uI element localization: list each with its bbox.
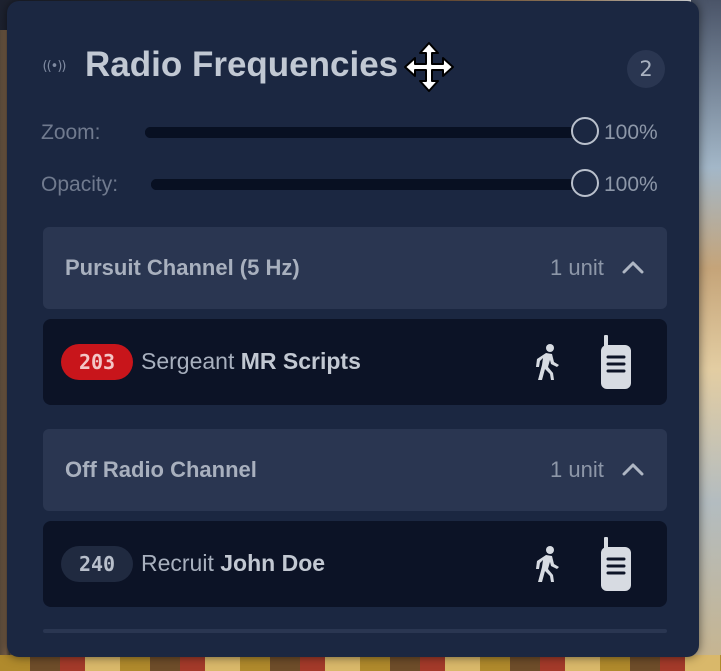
opacity-slider-knob[interactable] <box>571 169 599 197</box>
unit-row[interactable]: 240 Recruit John Doe <box>43 521 667 607</box>
zoom-value: 100% <box>604 121 658 144</box>
unit-count-badge: 2 <box>627 50 665 88</box>
zoom-slider-knob[interactable] <box>571 117 599 145</box>
zoom-slider[interactable] <box>145 127 585 138</box>
callsign-badge: 203 <box>61 344 133 380</box>
opacity-label: Opacity: <box>41 173 119 196</box>
chevron-up-icon[interactable] <box>622 461 644 477</box>
radio-waves-icon: ((•)) <box>42 59 67 74</box>
channel-name: Pursuit Channel (5 Hz) <box>65 255 300 280</box>
unit-row[interactable]: 203 Sergeant MR Scripts <box>43 319 667 405</box>
unit-rank: Recruit <box>141 550 214 576</box>
move-arrows-icon[interactable] <box>403 41 455 93</box>
opacity-slider-row: Opacity: 100% <box>7 167 699 203</box>
zoom-label: Zoom: <box>41 121 101 144</box>
panel-bottom-divider <box>43 629 667 633</box>
opacity-value: 100% <box>604 173 658 196</box>
radio-frequencies-panel: ((•)) Radio Frequencies 2 Zoom: 100% Opa… <box>7 1 699 657</box>
background-scene-bottom <box>0 655 721 671</box>
walkie-talkie-icon[interactable] <box>596 333 636 391</box>
panel-header[interactable]: ((•)) Radio Frequencies 2 <box>7 1 699 111</box>
channel-unit-count: 1 unit <box>550 255 604 280</box>
zoom-slider-row: Zoom: 100% <box>7 115 699 151</box>
panel-title: Radio Frequencies <box>85 45 399 84</box>
opacity-slider[interactable] <box>151 179 585 190</box>
unit-officer-name: John Doe <box>220 550 326 576</box>
opacity-slider-fill <box>151 179 585 190</box>
zoom-slider-fill <box>145 127 585 138</box>
chevron-up-icon[interactable] <box>622 259 644 275</box>
unit-officer-name: MR Scripts <box>240 348 361 374</box>
unit-rank: Sergeant <box>141 348 235 374</box>
channel-unit-count: 1 unit <box>550 457 604 482</box>
callsign-badge: 240 <box>61 546 133 582</box>
walkie-talkie-icon[interactable] <box>596 535 636 593</box>
unit-name: Sergeant MR Scripts <box>141 348 361 375</box>
walking-icon <box>536 344 559 380</box>
channel-name: Off Radio Channel <box>65 457 257 482</box>
unit-name: Recruit John Doe <box>141 550 325 577</box>
walking-icon <box>536 546 559 582</box>
channel-header-pursuit[interactable]: Pursuit Channel (5 Hz) 1 unit <box>43 227 667 309</box>
channel-header-off-radio[interactable]: Off Radio Channel 1 unit <box>43 429 667 511</box>
